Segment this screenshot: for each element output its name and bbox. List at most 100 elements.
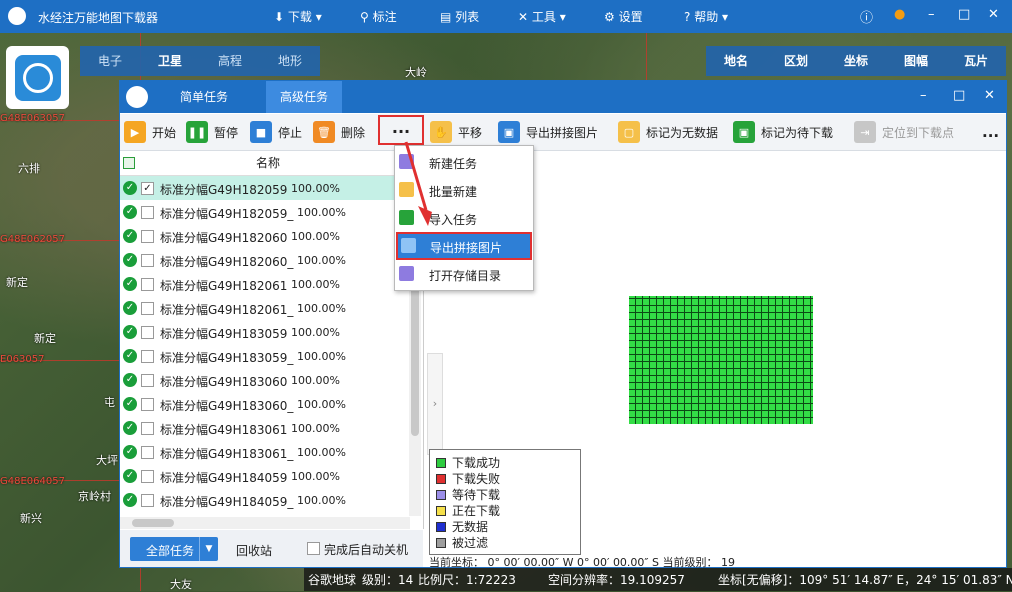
close-icon[interactable]: ✕ xyxy=(984,88,995,103)
task-row[interactable]: ✓ 标准分幅G49H182061_ 100.00% xyxy=(120,296,423,320)
menu-help[interactable]: ? 帮助 ▾ xyxy=(684,8,728,25)
menu-item-new-task[interactable]: 新建任务 xyxy=(395,148,533,176)
minimize-icon[interactable]: – xyxy=(920,88,927,103)
menu-mark-label: 标注 xyxy=(372,10,397,24)
row-checkbox[interactable] xyxy=(141,398,154,411)
tab-electronic[interactable]: 电子 xyxy=(80,46,140,76)
scroll-thumb[interactable] xyxy=(132,519,174,527)
task-name: 标准分幅G49H182061 xyxy=(160,279,288,293)
user-icon[interactable]: ● xyxy=(894,7,905,22)
mark-pending-button[interactable]: ▣ 标记为待下载 xyxy=(733,120,833,144)
recycle-bin-link[interactable]: 回收站 xyxy=(236,542,272,559)
locate-icon: ⇥ xyxy=(854,121,876,143)
tab-satellite[interactable]: 卫星 xyxy=(140,46,200,76)
maximize-icon[interactable]: □ xyxy=(953,88,965,103)
tab-boundaries[interactable]: 区划 xyxy=(766,46,826,76)
task-row[interactable]: ✓ 标准分幅G49H182059_ 100.00% xyxy=(120,200,423,224)
collapse-panel-handle[interactable]: › xyxy=(427,353,443,455)
pause-button[interactable]: ❚❚ 暂停 xyxy=(186,120,238,144)
task-row[interactable]: ✓ 标准分幅G49H182060_ 100.00% xyxy=(120,248,423,272)
horizontal-scrollbar[interactable] xyxy=(120,517,410,529)
auto-shutdown-checkbox[interactable] xyxy=(307,542,320,555)
row-checkbox[interactable] xyxy=(141,494,154,507)
chevron-down-icon[interactable]: ▼ xyxy=(199,537,218,561)
tab-placenames[interactable]: 地名 xyxy=(706,46,766,76)
scroll-thumb[interactable] xyxy=(411,286,419,436)
task-row[interactable]: ✓ ✓ 标准分幅G49H182059 100.00% xyxy=(120,176,423,200)
map-place-label: 大岭 xyxy=(405,66,427,79)
menu-item-batch-new[interactable]: 批量新建 xyxy=(395,176,533,204)
row-checkbox[interactable] xyxy=(141,374,154,387)
locate-button[interactable]: ⇥ 定位到下载点 xyxy=(854,120,954,144)
row-checkbox[interactable] xyxy=(141,470,154,483)
row-checkbox[interactable]: ✓ xyxy=(141,182,154,195)
menu-settings[interactable]: ⚙ 设置 xyxy=(604,8,643,25)
task-row[interactable]: ✓ 标准分幅G49H184059_ 100.00% xyxy=(120,488,423,512)
row-checkbox[interactable] xyxy=(141,446,154,459)
row-checkbox[interactable] xyxy=(141,254,154,267)
row-checkbox[interactable] xyxy=(141,206,154,219)
task-progress: 100.00% xyxy=(291,326,340,339)
row-checkbox[interactable] xyxy=(141,350,154,363)
menu-tools[interactable]: ✕ 工具 ▾ xyxy=(518,8,566,25)
tab-tiles[interactable]: 瓦片 xyxy=(946,46,1006,76)
tab-coordinates[interactable]: 坐标 xyxy=(826,46,886,76)
menu-item-import-task[interactable]: 导入任务 xyxy=(395,204,533,232)
task-row[interactable]: ✓ 标准分幅G49H183060 100.00% xyxy=(120,368,423,392)
tab-simple-task[interactable]: 简单任务 xyxy=(166,81,242,113)
minimize-icon[interactable]: – xyxy=(928,7,935,22)
menu-item-export-mosaic[interactable]: 导出拼接图片 xyxy=(396,232,532,260)
row-checkbox[interactable] xyxy=(141,278,154,291)
task-row[interactable]: ✓ 标准分幅G49H184059 100.00% xyxy=(120,464,423,488)
map-type-tabs: 电子 卫星 高程 地形 xyxy=(80,46,320,76)
delete-button[interactable]: 🗑 删除 xyxy=(313,120,365,144)
task-row[interactable]: ✓ 标准分幅G49H183059 100.00% xyxy=(120,320,423,344)
status-coordinate: 坐标[无偏移]：109° 51′ 14.87″ E，24° 15′ 01.83″… xyxy=(718,573,1012,587)
export-mosaic-button[interactable]: ▣ 导出拼接图片 xyxy=(498,120,598,144)
map-place-label: 新兴 xyxy=(20,512,42,525)
legend-label: 被过滤 xyxy=(452,536,489,550)
status-source: 谷歌地球 xyxy=(308,573,357,587)
menu-download[interactable]: ⬇ 下载 ▾ xyxy=(274,8,322,25)
tab-elevation[interactable]: 高程 xyxy=(200,46,260,76)
tile-grid-preview[interactable] xyxy=(629,296,813,424)
start-button[interactable]: ▶ 开始 xyxy=(124,120,176,144)
task-row[interactable]: ✓ 标准分幅G49H182060 100.00% xyxy=(120,224,423,248)
task-progress: 100.00% xyxy=(297,446,346,459)
task-row[interactable]: ✓ 标准分幅G49H183061_ 100.00% xyxy=(120,440,423,464)
auto-shutdown-label: 完成后自动关机 xyxy=(324,543,409,557)
row-checkbox[interactable] xyxy=(141,302,154,315)
legend-swatch xyxy=(436,521,446,532)
map-place-label: 大友 xyxy=(170,578,192,591)
select-all-checkbox[interactable] xyxy=(123,157,135,169)
overflow-button[interactable]: ... xyxy=(982,120,999,144)
pan-button[interactable]: ✋ 平移 xyxy=(430,120,482,144)
legend-swatch xyxy=(436,457,446,468)
locate-label: 定位到下载点 xyxy=(882,125,955,140)
task-row[interactable]: ✓ 标准分幅G49H183059_ 100.00% xyxy=(120,344,423,368)
tab-advanced-task[interactable]: 高级任务 xyxy=(266,81,343,113)
row-checkbox[interactable] xyxy=(141,422,154,435)
tab-sheets[interactable]: 图幅 xyxy=(886,46,946,76)
task-row[interactable]: ✓ 标准分幅G49H183060_ 100.00% xyxy=(120,392,423,416)
stop-button[interactable]: ■ 停止 xyxy=(250,120,302,144)
task-row[interactable]: ✓ 标准分幅G49H183061 100.00% xyxy=(120,416,423,440)
menu-item-label: 新建任务 xyxy=(429,157,478,171)
legend-label: 下载失败 xyxy=(452,472,501,486)
close-icon[interactable]: ✕ xyxy=(988,7,999,22)
task-progress: 100.00% xyxy=(297,350,346,363)
tab-terrain[interactable]: 地形 xyxy=(260,46,320,76)
maximize-icon[interactable]: □ xyxy=(958,7,970,22)
task-window-titlebar: 简单任务 高级任务 – □ ✕ xyxy=(120,81,1006,113)
row-checkbox[interactable] xyxy=(141,326,154,339)
task-row[interactable]: ✓ 标准分幅G49H182061 100.00% xyxy=(120,272,423,296)
info-icon[interactable]: ⓘ xyxy=(860,7,873,26)
all-tasks-dropdown[interactable]: 全部任务 ▼ xyxy=(130,537,218,561)
menu-list[interactable]: ▤ 列表 xyxy=(440,8,479,25)
menu-item-open-storage[interactable]: 打开存储目录 xyxy=(395,260,533,288)
row-checkbox[interactable] xyxy=(141,230,154,243)
more-button[interactable]: ... xyxy=(378,115,424,145)
menu-mark[interactable]: ⚲ 标注 xyxy=(360,8,397,25)
task-name: 标准分幅G49H183059 xyxy=(160,327,288,341)
mark-nodata-button[interactable]: ▢ 标记为无数据 xyxy=(618,120,718,144)
